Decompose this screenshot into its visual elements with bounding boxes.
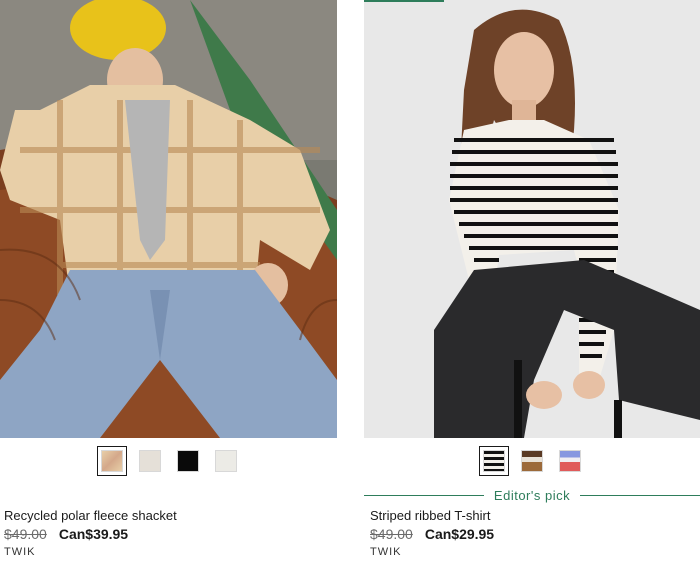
editors-pick-badge: Editor's pick bbox=[364, 487, 700, 503]
brand-label: TWIK bbox=[370, 546, 402, 558]
swatch-chip bbox=[214, 450, 237, 472]
product-image[interactable] bbox=[0, 0, 337, 438]
swatch-black[interactable] bbox=[173, 446, 203, 476]
color-swatches bbox=[364, 446, 700, 476]
old-price: $49.00 bbox=[4, 526, 47, 542]
editors-pick-label: Editor's pick bbox=[493, 487, 571, 503]
swatch-chip bbox=[559, 450, 581, 472]
sale-price: Can$39.95 bbox=[58, 526, 129, 542]
swatch-black-white-stripe[interactable] bbox=[479, 446, 509, 476]
swatch-chip bbox=[176, 450, 199, 472]
swatch-blue-red-stripe[interactable] bbox=[555, 446, 585, 476]
column-gap bbox=[337, 0, 364, 566]
swatch-chip bbox=[521, 450, 543, 472]
product-name[interactable]: Recycled polar fleece shacket bbox=[4, 508, 177, 523]
price-row: $49.00 Can$29.95 bbox=[370, 526, 494, 542]
swatch-brown-stripe[interactable] bbox=[517, 446, 547, 476]
swatch-off-white[interactable] bbox=[211, 446, 241, 476]
color-swatches bbox=[0, 446, 337, 476]
swatch-plaid[interactable] bbox=[96, 446, 127, 476]
product-image[interactable] bbox=[364, 0, 700, 438]
product-card[interactable]: Recycled polar fleece shacket $49.00 Can… bbox=[0, 0, 337, 566]
brand-label: TWIK bbox=[4, 546, 36, 558]
divider bbox=[580, 494, 700, 496]
swatch-chip bbox=[483, 450, 505, 472]
product-card[interactable]: Editor's pick Striped ribbed T-shirt $49… bbox=[364, 0, 700, 566]
swatch-light-beige[interactable] bbox=[135, 446, 165, 476]
old-price: $49.00 bbox=[370, 526, 413, 542]
product-name[interactable]: Striped ribbed T-shirt bbox=[370, 508, 490, 523]
divider bbox=[364, 494, 484, 496]
price-row: $49.00 Can$39.95 bbox=[4, 526, 128, 542]
swatch-chip bbox=[100, 450, 123, 472]
swatch-chip bbox=[138, 450, 161, 472]
sale-price: Can$29.95 bbox=[424, 526, 495, 542]
accent-bar bbox=[364, 0, 444, 2]
